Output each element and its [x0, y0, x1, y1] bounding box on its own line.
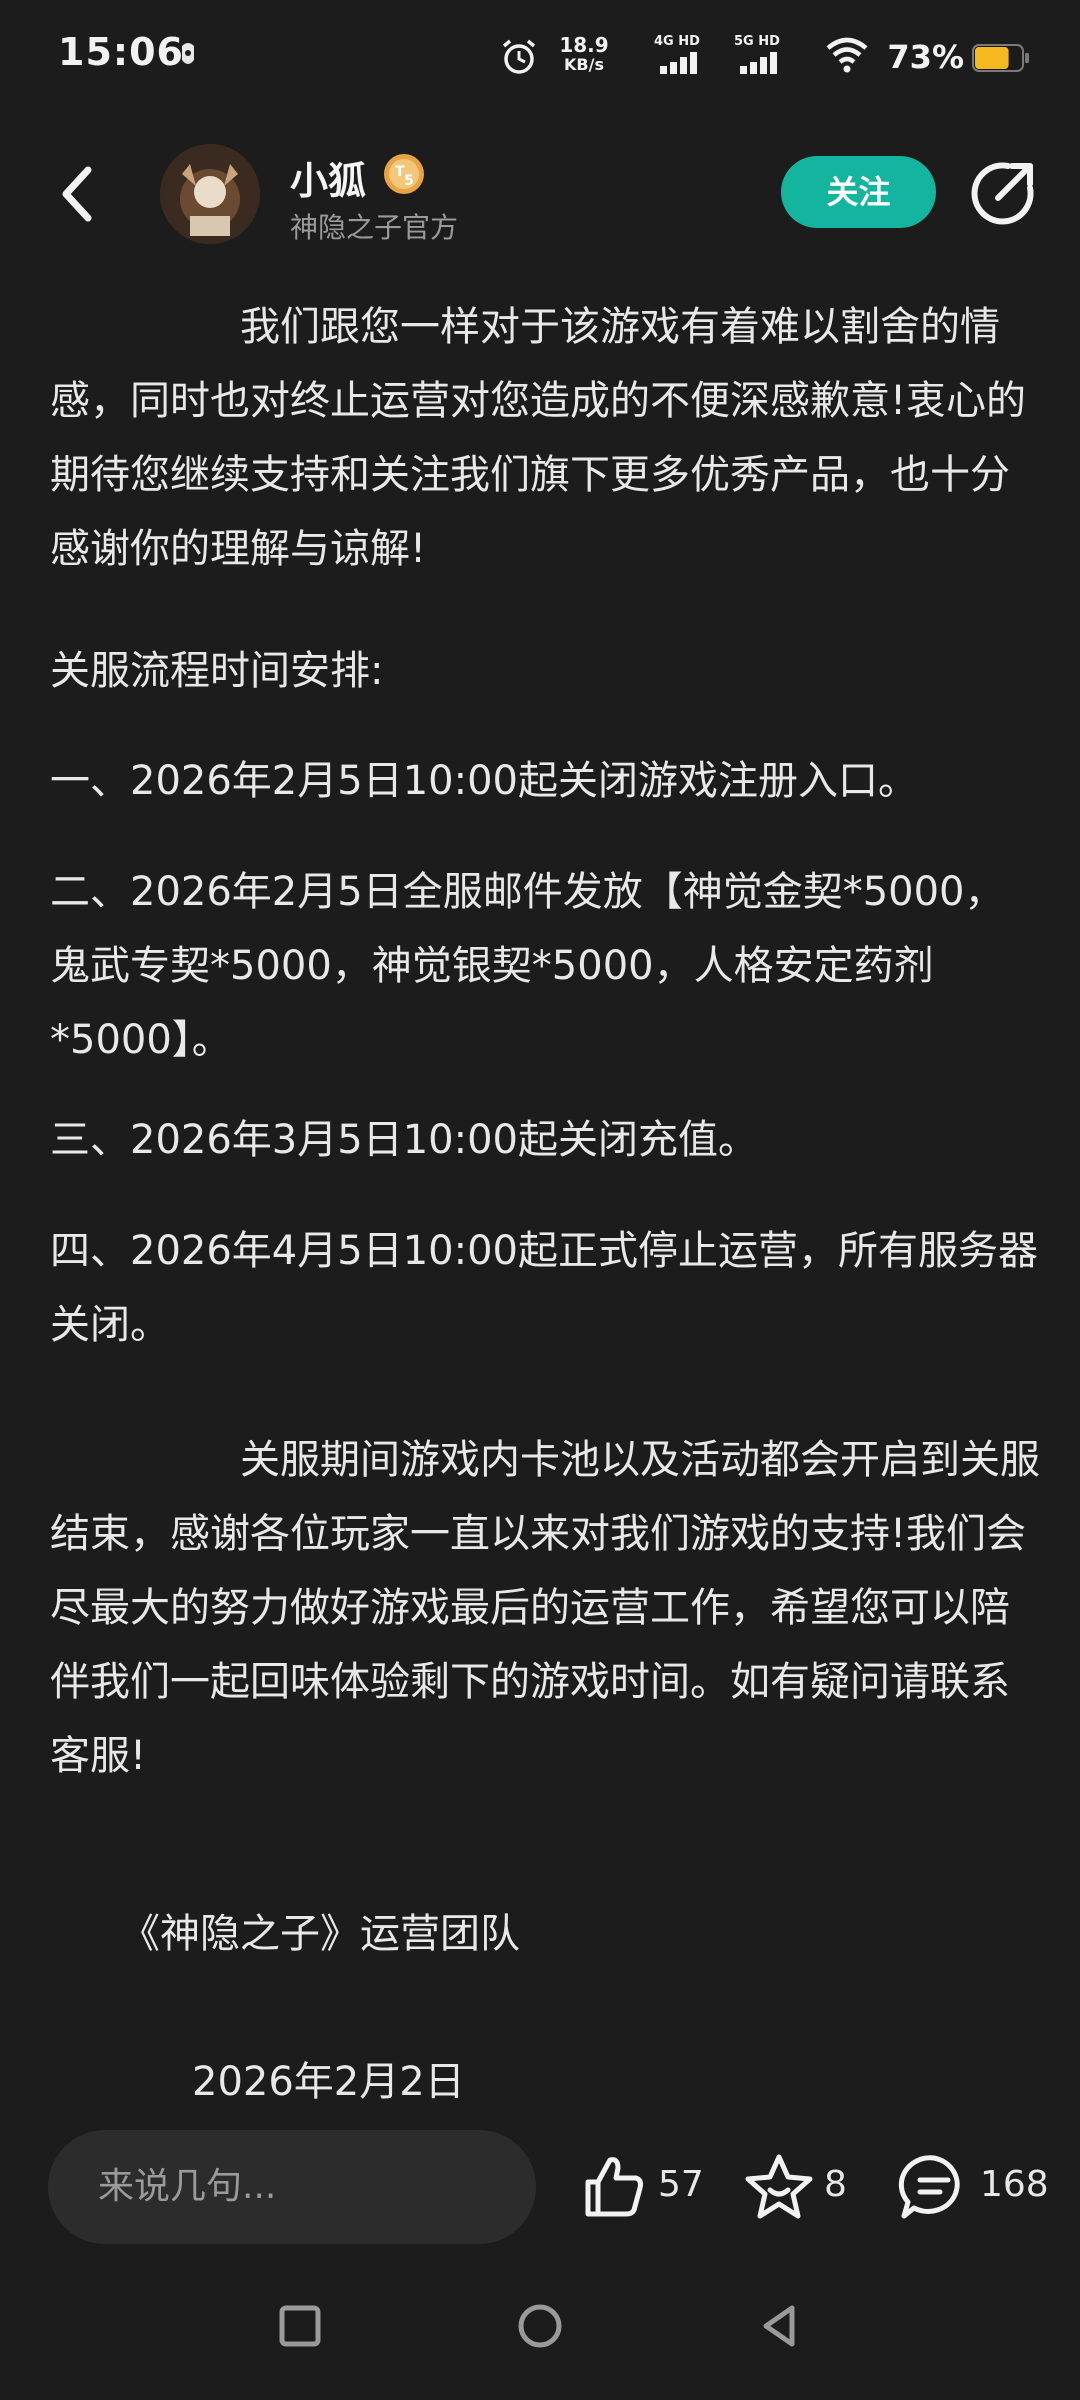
battery-percent: 73% [887, 38, 964, 76]
comment-bubble-icon [898, 2155, 960, 2219]
alarm-icon [502, 39, 536, 74]
signal-bars-icon [660, 52, 697, 74]
comment-count: 168 [980, 2164, 1049, 2205]
article-paragraph: 三、2026年3月5日10:00起关闭充值。 [50, 1117, 758, 1163]
post-header: 小狐 T 5 神隐之子官方 关注 [0, 118, 1080, 272]
back-triangle-icon[interactable] [750, 2296, 810, 2356]
article-body: 的游戏内容。 我们跟您一样对于该游戏有着难以割舍的情感，同时也对终止运营对您造成… [0, 250, 1080, 2120]
svg-text:5: 5 [404, 173, 414, 189]
avatar-image [160, 144, 260, 244]
favorite-count: 8 [824, 2164, 847, 2205]
sim2-label: 5G HD [734, 34, 780, 49]
battery-icon [972, 44, 1029, 72]
article-paragraph: 二、2026年2月5日全服邮件发放【神觉金契*5000，鬼武专契*5000，神觉… [50, 869, 1005, 1063]
follow-button[interactable]: 关注 [781, 156, 936, 228]
network-speed-value: 18.9 [559, 33, 609, 57]
network-speed: 18.9 KB/s [554, 34, 614, 74]
status-bar: 15:06 18.9 KB/s 4G HD 5G HD 73% [0, 0, 1080, 118]
share-icon[interactable] [968, 158, 1038, 228]
article-date: 2026年2月2日 [192, 2059, 465, 2105]
sim1-signal: 4G HD [654, 34, 710, 78]
avatar[interactable] [160, 144, 260, 244]
article-paragraph: 我们跟您一样对于该游戏有着难以割舍的情感，同时也对终止运营对您造成的不便深感歉意… [50, 304, 1027, 572]
article-signature: 《神隐之子》运营团队 [120, 1911, 520, 1957]
comment-button[interactable]: 168 [898, 2152, 1049, 2222]
recent-apps-icon[interactable] [270, 2296, 330, 2356]
system-nav-bar [0, 2260, 1080, 2400]
sim1-label: 4G HD [654, 34, 700, 49]
level-badge-icon: T 5 [384, 154, 424, 194]
thumbs-up-icon [585, 2157, 643, 2217]
star-icon [745, 2154, 813, 2219]
article-paragraph: 关服流程时间安排: [50, 648, 384, 694]
status-icons: 18.9 KB/s 4G HD 5G HD 73% [470, 34, 1030, 82]
article-paragraph: 一、2026年2月5日10:00起关闭游戏注册入口。 [50, 758, 918, 804]
status-time: 15:06 [58, 30, 184, 74]
action-bar: 来说几句... 57 8 168 [0, 2120, 1080, 2260]
like-count: 57 [658, 2164, 704, 2205]
comment-input[interactable]: 来说几句... [48, 2130, 536, 2244]
notification-icon [182, 43, 194, 64]
article-paragraph: 四、2026年4月5日10:00起正式停止运营，所有服务器关闭。 [50, 1228, 1038, 1348]
like-button[interactable]: 57 [578, 2152, 708, 2222]
network-speed-unit: KB/s [564, 55, 604, 74]
home-icon[interactable] [510, 2296, 570, 2356]
wifi-icon [826, 37, 868, 73]
user-name[interactable]: 小狐 [290, 150, 366, 205]
sim2-signal: 5G HD [734, 34, 790, 78]
user-subtitle: 神隐之子官方 [290, 211, 459, 244]
favorite-button[interactable]: 8 [744, 2152, 854, 2222]
article-paragraph: 关服期间游戏内卡池以及活动都会开启到关服结束，感谢各位玩家一直以来对我们游戏的支… [50, 1437, 1040, 1779]
back-arrow-icon[interactable] [50, 158, 110, 230]
signal-bars-icon [740, 52, 777, 74]
